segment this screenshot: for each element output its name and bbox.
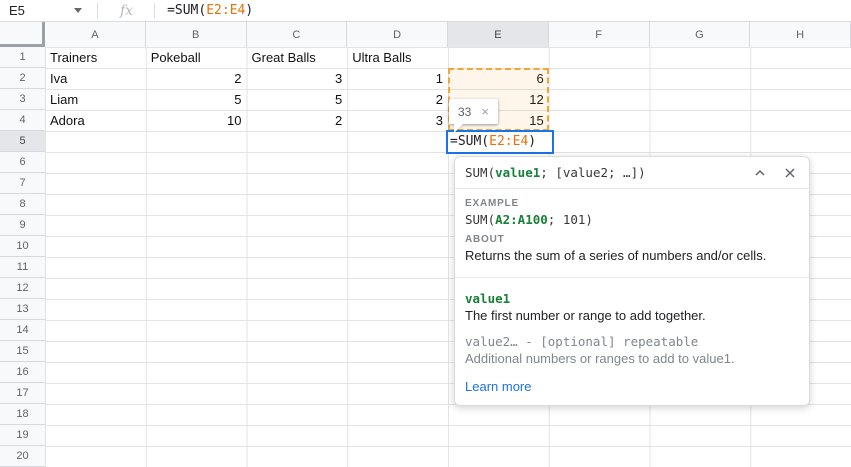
column-header-G[interactable]: G xyxy=(650,22,751,47)
cell-C1[interactable]: Great Balls xyxy=(247,47,348,68)
cell-A1[interactable]: Trainers xyxy=(45,47,146,68)
example-code: SUM(A2:A100; 101) xyxy=(465,212,799,227)
signature-arg1: value1 xyxy=(495,165,540,180)
cell-C2[interactable]: 3 xyxy=(247,68,348,89)
cell-B4[interactable]: 10 xyxy=(146,110,247,131)
row-header-2[interactable]: 2 xyxy=(0,68,45,89)
column-header-C[interactable]: C xyxy=(247,22,348,47)
column-header-H[interactable]: H xyxy=(750,22,851,47)
result-preview-caret xyxy=(454,124,463,133)
row-header-16[interactable]: 16 xyxy=(0,362,45,383)
popup-divider xyxy=(455,277,809,278)
row-header-9[interactable]: 9 xyxy=(0,215,45,236)
row-header-19[interactable]: 19 xyxy=(0,425,45,446)
row-header-18[interactable]: 18 xyxy=(0,404,45,425)
collapse-chevron-up-icon[interactable] xyxy=(753,166,767,180)
spreadsheet-app: E5 fx =SUM(E2:E4) ABCDEFGH12345678910111… xyxy=(0,0,851,467)
row-header-8[interactable]: 8 xyxy=(0,194,45,215)
cell-D1[interactable]: Ultra Balls xyxy=(347,47,448,68)
result-preview-close-icon[interactable]: × xyxy=(481,105,489,118)
formula-suffix: ) xyxy=(245,3,253,18)
result-preview-value: 33 xyxy=(458,105,471,119)
column-header-D[interactable]: D xyxy=(347,22,448,47)
example-range: A2:A100 xyxy=(495,212,548,227)
close-icon[interactable] xyxy=(783,166,797,180)
edit-cell-e5[interactable]: =SUM(E2:E4) xyxy=(446,130,554,154)
column-header-A[interactable]: A xyxy=(45,22,146,47)
column-header-B[interactable]: B xyxy=(146,22,247,47)
signature-prefix: SUM( xyxy=(465,165,495,180)
cell-B3[interactable]: 5 xyxy=(146,89,247,110)
learn-more-link[interactable]: Learn more xyxy=(465,379,531,394)
row-header-13[interactable]: 13 xyxy=(0,299,45,320)
example-suffix: ; 101) xyxy=(548,212,593,227)
cell-A4[interactable]: Adora xyxy=(45,110,146,131)
cell-D4[interactable]: 3 xyxy=(347,110,448,131)
function-signature: SUM(value1; [value2; …]) xyxy=(465,165,737,180)
cell-C4[interactable]: 2 xyxy=(247,110,348,131)
formula-bar-divider xyxy=(97,3,98,18)
cell-D3[interactable]: 2 xyxy=(347,89,448,110)
formula-bar-divider xyxy=(154,3,155,18)
formula-range-reference: E2:E4 xyxy=(206,3,245,18)
column-header-E[interactable]: E xyxy=(448,22,549,47)
row-header-14[interactable]: 14 xyxy=(0,320,45,341)
name-box-value: E5 xyxy=(9,3,25,18)
name-box-dropdown-icon[interactable] xyxy=(74,8,82,13)
row-header-1[interactable]: 1 xyxy=(0,47,45,68)
row-header-7[interactable]: 7 xyxy=(0,173,45,194)
cell-D2[interactable]: 1 xyxy=(347,68,448,89)
row-header-4[interactable]: 4 xyxy=(0,110,45,131)
formula-prefix: =SUM( xyxy=(167,3,206,18)
arg2-description: Additional numbers or ranges to add to v… xyxy=(465,351,799,366)
function-help-body: EXAMPLE SUM(A2:A100; 101) ABOUT Returns … xyxy=(455,189,809,396)
fx-icon: fx xyxy=(120,3,133,19)
cell-A2[interactable]: Iva xyxy=(45,68,146,89)
name-box[interactable]: E5 xyxy=(0,0,97,21)
cell-A3[interactable]: Liam xyxy=(45,89,146,110)
arg2-signature: value2… - [optional] repeatable xyxy=(465,334,799,349)
cell-E2[interactable]: 6 xyxy=(448,68,549,89)
row-header-10[interactable]: 10 xyxy=(0,236,45,257)
cell-C3[interactable]: 5 xyxy=(247,89,348,110)
row-header-11[interactable]: 11 xyxy=(0,257,45,278)
row-header-20[interactable]: 20 xyxy=(0,446,45,467)
select-all-corner[interactable] xyxy=(0,22,45,47)
arg1-description: The first number or range to add togethe… xyxy=(465,308,799,323)
arg1-name: value1 xyxy=(465,291,799,306)
cell-B2[interactable]: 2 xyxy=(146,68,247,89)
row-header-6[interactable]: 6 xyxy=(0,152,45,173)
row-header-3[interactable]: 3 xyxy=(0,89,45,110)
row-header-17[interactable]: 17 xyxy=(0,383,45,404)
formula-bar: E5 fx =SUM(E2:E4) xyxy=(0,0,851,22)
formula-result-preview: 33 × xyxy=(449,99,498,124)
row-header-5[interactable]: 5 xyxy=(0,131,45,152)
formula-input[interactable]: =SUM(E2:E4) xyxy=(167,3,253,18)
function-help-header: SUM(value1; [value2; …]) xyxy=(455,157,809,189)
cell-B1[interactable]: Pokeball xyxy=(146,47,247,68)
row-header-15[interactable]: 15 xyxy=(0,341,45,362)
about-text: Returns the sum of a series of numbers a… xyxy=(465,248,799,264)
edit-formula-range: E2:E4 xyxy=(489,134,528,149)
function-help-popup: SUM(value1; [value2; …]) EXAMPLE SUM(A2:… xyxy=(454,156,810,406)
row-header-12[interactable]: 12 xyxy=(0,278,45,299)
edit-formula-prefix: =SUM( xyxy=(450,134,489,149)
edit-formula-suffix: ) xyxy=(528,134,536,149)
about-label: ABOUT xyxy=(465,234,799,245)
example-prefix: SUM( xyxy=(465,212,495,227)
signature-suffix: ; [value2; …]) xyxy=(540,165,645,180)
column-header-F[interactable]: F xyxy=(549,22,650,47)
example-label: EXAMPLE xyxy=(465,198,799,209)
